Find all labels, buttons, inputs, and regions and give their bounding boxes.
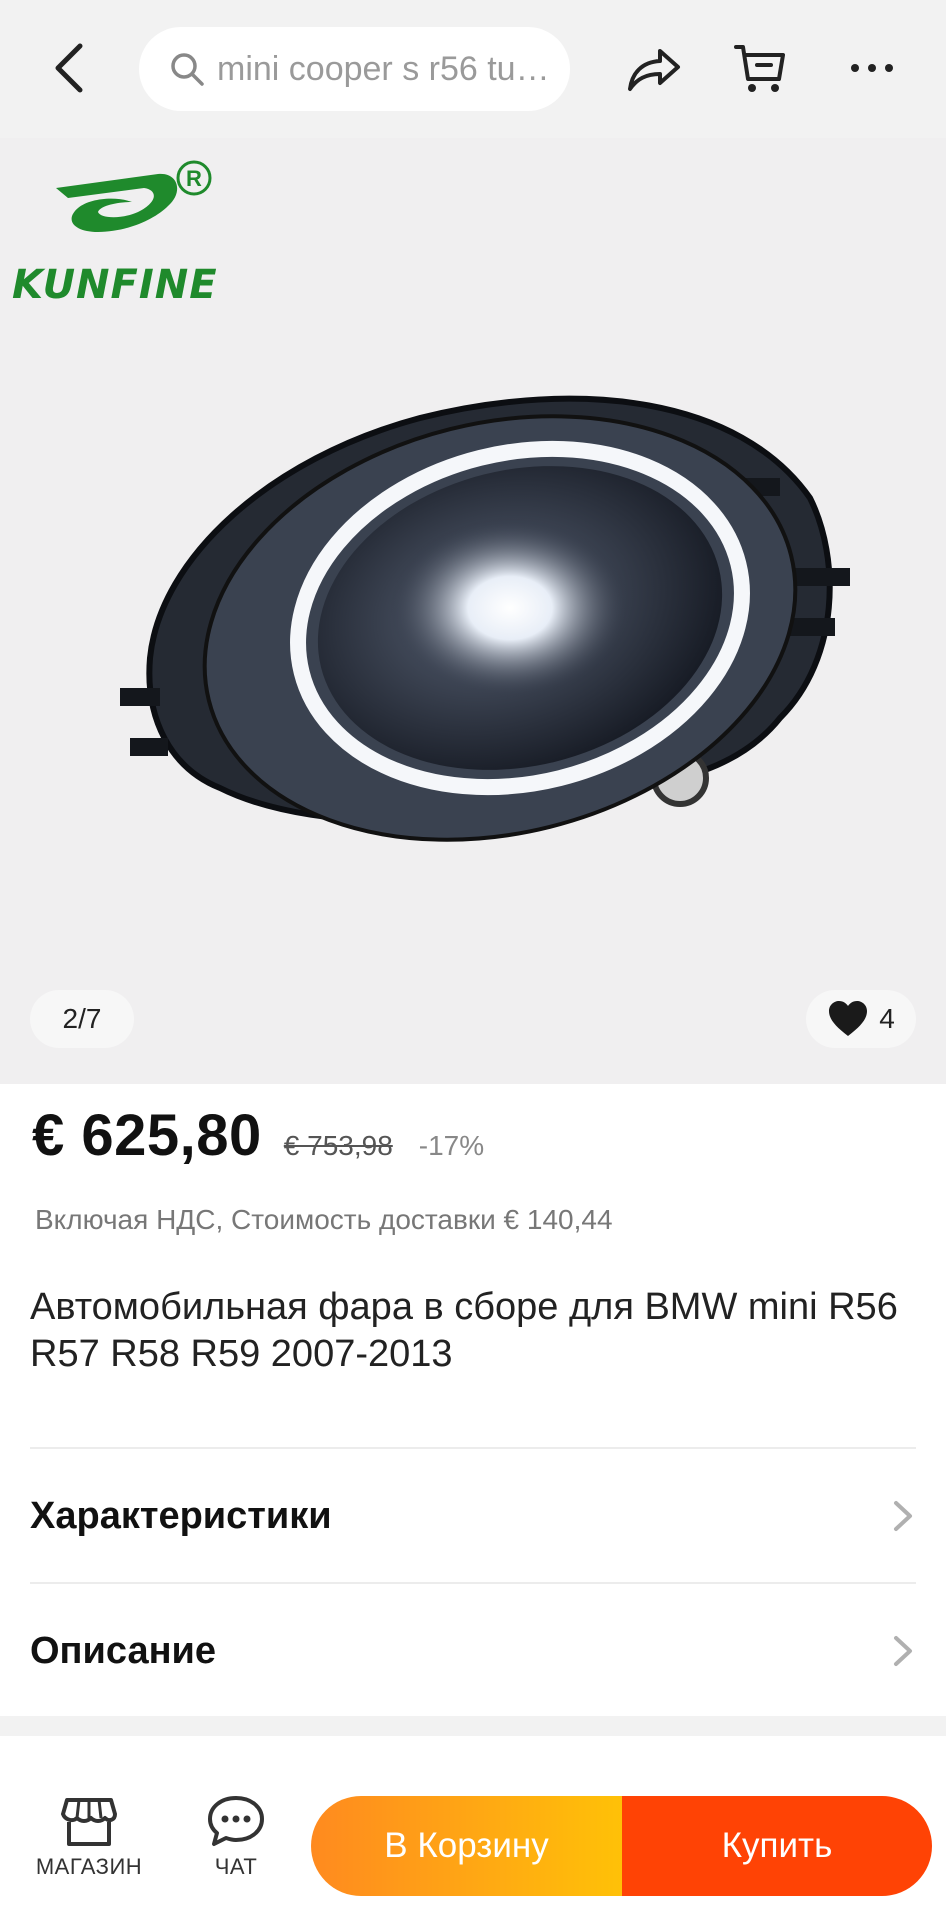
tax-shipping-note: Включая НДС, Стоимость доставки € 140,44 (35, 1204, 613, 1235)
chat-tab[interactable]: ЧАТ (188, 1794, 284, 1880)
wishlist-button[interactable]: 4 (806, 990, 916, 1048)
price-row: € 625,80 € 753,98 -17% (32, 1102, 484, 1169)
cart-icon (734, 45, 785, 92)
heart-icon (829, 1001, 868, 1036)
add-to-cart-button[interactable]: В Корзину (311, 1796, 622, 1896)
description-row[interactable]: Описание (30, 1584, 916, 1718)
discount-badge: -17% (418, 1130, 485, 1161)
headlight-photo (120, 395, 850, 842)
chat-label: ЧАТ (214, 1854, 258, 1879)
wishlist-count: 4 (879, 1003, 895, 1034)
image-counter: 2/7 (30, 990, 134, 1048)
search-input[interactable]: mini cooper s r56 tun... (139, 27, 570, 111)
svg-text:R: R (186, 166, 202, 191)
more-icon (851, 64, 893, 72)
section-separator (0, 1716, 946, 1736)
back-button[interactable] (38, 36, 102, 100)
old-price: € 753,98 (283, 1130, 393, 1161)
chevron-right-icon (894, 1636, 912, 1666)
specifications-row[interactable]: Характеристики (30, 1449, 916, 1583)
search-icon (171, 53, 204, 86)
store-icon (61, 1798, 117, 1846)
cart-button[interactable] (728, 36, 792, 100)
chevron-right-icon (894, 1501, 912, 1531)
top-bar: mini cooper s r56 tun... (0, 0, 946, 138)
current-price: € 625,80 (32, 1103, 262, 1168)
buy-now-button[interactable]: Купить (622, 1796, 932, 1896)
description-label: Описание (30, 1629, 217, 1672)
more-button[interactable] (840, 36, 904, 100)
product-title: Автомобильная фара в сборе для BMW mini … (30, 1286, 898, 1375)
store-tab[interactable]: МАГАЗИН (34, 1794, 144, 1880)
share-button[interactable] (622, 38, 686, 102)
brand-name: KUNFINE (12, 262, 218, 308)
specifications-label: Характеристики (30, 1494, 332, 1537)
search-placeholder: mini cooper s r56 tun... (217, 49, 562, 88)
bottom-action-bar: МАГАЗИН ЧАТ В Корзину Купить (0, 1736, 946, 1920)
chat-icon (208, 1796, 264, 1846)
back-arrow-icon (55, 43, 83, 93)
store-label: МАГАЗИН (35, 1854, 143, 1879)
share-icon (628, 49, 680, 91)
product-gallery[interactable]: R KUNFINE 2/7 4 (0, 138, 946, 1084)
